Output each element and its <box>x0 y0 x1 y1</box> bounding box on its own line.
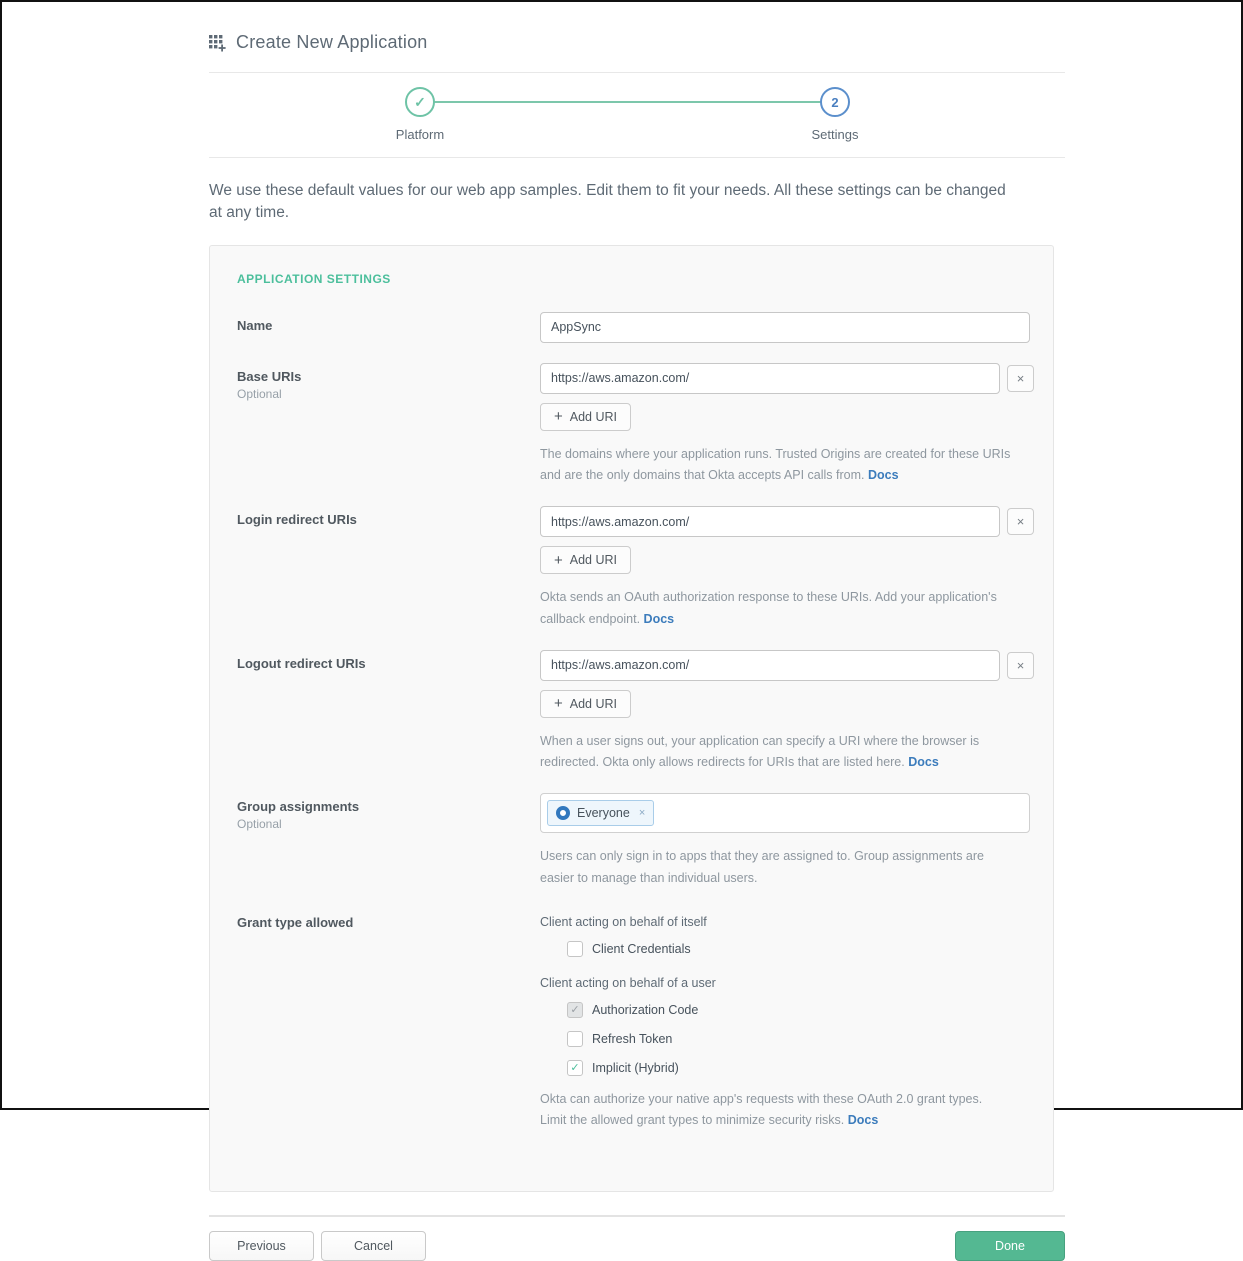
step-settings-label: Settings <box>811 127 859 142</box>
logout-redirect-help: When a user signs out, your application … <box>540 733 980 770</box>
login-redirect-uri-remove-button[interactable]: × <box>1007 508 1034 536</box>
checkbox-unchecked-icon <box>567 1030 583 1047</box>
page-header: Create New Application <box>209 32 1065 53</box>
checkbox-refresh-token[interactable]: Refresh Token <box>567 1030 1026 1047</box>
logout-redirect-label-col: Logout redirect URIs <box>237 650 540 774</box>
checkbox-unchecked-icon <box>567 940 583 957</box>
close-icon: × <box>1016 514 1025 530</box>
step-number: 2 <box>831 94 839 110</box>
name-label-col: Name <box>237 312 540 343</box>
name-input[interactable] <box>540 311 1030 343</box>
footer-actions: Previous Cancel Done <box>209 1231 1065 1261</box>
plus-icon: + <box>554 695 563 713</box>
base-uris-help: The domains where your application runs.… <box>540 446 1011 483</box>
name-label: Name <box>237 317 273 333</box>
plus-icon: + <box>554 551 563 569</box>
step-platform-circle: ✓ <box>405 87 435 117</box>
group-assignments-optional: Optional <box>237 817 282 832</box>
group-icon <box>556 806 570 821</box>
grant-type-help: Okta can authorize your native app's req… <box>540 1091 983 1128</box>
login-redirect-docs-link[interactable]: Docs <box>644 612 675 626</box>
grant-group-itself-title: Client acting on behalf of itself <box>540 914 707 929</box>
group-assignments-label: Group assignments <box>237 799 360 815</box>
field-row-base-uris: Base URIs Optional × + Add URI The domai… <box>237 362 1034 487</box>
login-redirect-uri-add-button[interactable]: + Add URI <box>540 546 632 575</box>
login-redirect-label-col: Login redirect URIs <box>237 506 540 630</box>
plus-icon: + <box>554 408 563 426</box>
base-uris-optional: Optional <box>237 386 282 401</box>
login-redirect-help: Okta sends an OAuth authorization respon… <box>540 590 997 626</box>
checkbox-implicit-hybrid[interactable]: Implicit (Hybrid) <box>567 1059 1026 1076</box>
footer-divider <box>209 1215 1065 1218</box>
step-platform[interactable]: ✓ Platform <box>360 87 480 142</box>
field-row-name: Name <box>237 311 1030 343</box>
logout-redirect-label: Logout redirect URIs <box>237 655 366 671</box>
base-uri-input[interactable] <box>540 362 1000 394</box>
intro-text: We use these default values for our web … <box>209 182 1006 222</box>
checkbox-authorization-code[interactable]: Authorization Code <box>567 1001 1026 1018</box>
done-button[interactable]: Done <box>955 1231 1065 1261</box>
wizard-content: Create New Application ✓ Platform 2 Sett… <box>209 2 1065 1261</box>
base-uris-docs-link[interactable]: Docs <box>868 468 899 482</box>
group-assignments-help: Users can only sign in to apps that they… <box>540 849 984 885</box>
section-title: APPLICATION SETTINGS <box>237 271 391 286</box>
base-uris-label: Base URIs <box>237 368 302 384</box>
stepper-connector <box>420 101 835 103</box>
checkbox-checked-icon <box>567 1059 583 1076</box>
logout-redirect-uri-remove-button[interactable]: × <box>1007 651 1034 679</box>
login-redirect-uri-input[interactable] <box>540 506 1000 538</box>
grant-type-label: Grant type allowed <box>237 914 354 930</box>
group-assignments-input[interactable]: Everyone × <box>540 793 1030 834</box>
logout-redirect-uri-add-button[interactable]: + Add URI <box>540 689 632 718</box>
group-chip-label: Everyone <box>577 806 630 821</box>
grant-type-label-col: Grant type allowed <box>237 909 540 1132</box>
chip-remove-icon[interactable]: × <box>639 807 645 819</box>
step-settings-circle: 2 <box>820 87 850 117</box>
grant-type-docs-link[interactable]: Docs <box>848 1113 879 1127</box>
field-row-grant-type: Grant type allowed Client acting on beha… <box>237 909 1026 1132</box>
wizard-stepper: ✓ Platform 2 Settings <box>209 73 1065 157</box>
close-icon: × <box>1016 657 1025 673</box>
stepper-divider <box>209 157 1065 158</box>
previous-button[interactable]: Previous <box>209 1231 314 1261</box>
base-uri-add-button[interactable]: + Add URI <box>540 402 632 431</box>
page-title: Create New Application <box>236 32 428 52</box>
checkbox-client-credentials[interactable]: Client Credentials <box>567 940 1026 957</box>
step-platform-label: Platform <box>395 127 445 142</box>
logout-redirect-uri-input[interactable] <box>540 649 1000 681</box>
step-settings: 2 Settings <box>775 87 895 142</box>
group-chip-everyone[interactable]: Everyone × <box>547 800 655 827</box>
logout-redirect-docs-link[interactable]: Docs <box>908 755 939 769</box>
close-icon: × <box>1016 370 1025 386</box>
grant-group-user-title: Client acting on behalf of a user <box>540 975 716 990</box>
field-row-group-assignments: Group assignments Optional Everyone × Us… <box>237 793 1030 889</box>
group-assignments-label-col: Group assignments Optional <box>237 793 540 889</box>
base-uri-remove-button[interactable]: × <box>1007 364 1034 392</box>
checkbox-checked-disabled-icon <box>567 1001 583 1018</box>
base-uris-label-col: Base URIs Optional <box>237 363 540 487</box>
application-settings-panel: APPLICATION SETTINGS Name Base URIs Opti… <box>209 244 1054 1193</box>
cancel-button[interactable]: Cancel <box>321 1231 426 1261</box>
field-row-logout-redirect: Logout redirect URIs × + Add URI When a … <box>237 649 1034 774</box>
login-redirect-label: Login redirect URIs <box>237 512 357 528</box>
create-application-icon <box>209 34 227 52</box>
checkmark-icon: ✓ <box>414 93 426 110</box>
field-row-login-redirect: Login redirect URIs × + Add URI Okta sen… <box>237 506 1034 630</box>
